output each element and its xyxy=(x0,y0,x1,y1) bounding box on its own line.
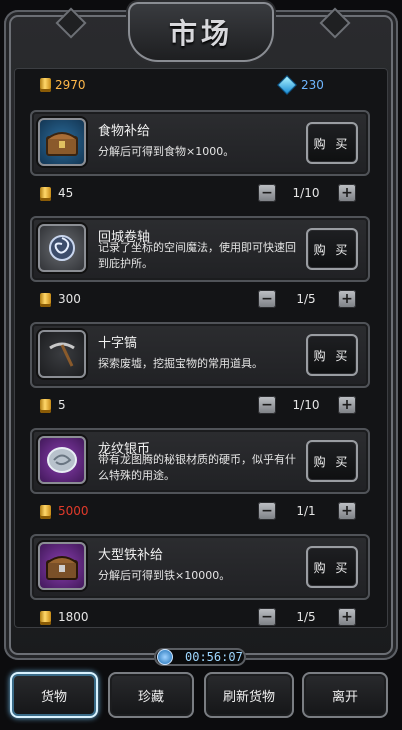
decrease-quantity-button[interactable]: − xyxy=(258,608,276,626)
shop-item: 十字镐 探索废墟，挖掘宝物的常用道具。 购 买 xyxy=(30,322,370,388)
buy-button[interactable]: 购 买 xyxy=(306,546,358,588)
decrease-quantity-button[interactable]: − xyxy=(258,502,276,520)
item-name: 大型铁补给 xyxy=(98,548,164,563)
silver-coin-icon xyxy=(38,436,86,484)
gold-coin-icon xyxy=(40,293,51,307)
item-price: 45 xyxy=(58,186,74,200)
scroll-vortex-icon xyxy=(38,224,86,272)
increase-quantity-button[interactable]: + xyxy=(338,608,356,626)
decrease-quantity-button[interactable]: − xyxy=(258,184,276,202)
item-price: 5 xyxy=(58,398,66,412)
item-description: 带有龙图腾的秘银材质的硬币，似乎有什么特殊的用途。 xyxy=(98,453,296,482)
increase-quantity-button[interactable]: + xyxy=(338,184,356,202)
item-description: 记录了坐标的空间魔法，使用即可快速回到庇护所。 xyxy=(98,241,296,270)
tab-goods[interactable]: 货物 xyxy=(10,672,98,718)
buy-button[interactable]: 购 买 xyxy=(306,440,358,482)
treasure-chest-icon xyxy=(38,118,86,166)
gold-coin-icon xyxy=(40,187,51,201)
item-price: 1800 xyxy=(58,610,89,624)
shop-item: 龙纹银币 带有龙图腾的秘银材质的硬币，似乎有什么特殊的用途。 购 买 xyxy=(30,428,370,494)
decrease-quantity-button[interactable]: − xyxy=(258,290,276,308)
item-name: 十字镐 xyxy=(98,336,138,351)
item-quantity: 1/5 xyxy=(296,610,316,624)
gold-coin-icon xyxy=(40,399,51,413)
gem-icon xyxy=(277,75,297,95)
item-price: 5000 xyxy=(58,504,89,518)
gem-balance: 230 xyxy=(277,75,324,95)
increase-quantity-button[interactable]: + xyxy=(338,290,356,308)
shop-item: 食物补给 分解后可得到食物×1000。 购 买 xyxy=(30,110,370,176)
item-quantity: 1/10 xyxy=(292,398,320,412)
tab-collection[interactable]: 珍藏 xyxy=(108,672,194,718)
item-quantity: 1/1 xyxy=(296,504,316,518)
price-row: 5000 − 1/1 + xyxy=(38,502,358,522)
iron-chest-icon xyxy=(38,542,86,590)
buy-button[interactable]: 购 买 xyxy=(306,122,358,164)
gold-coin-icon xyxy=(40,78,51,92)
shop-item: 大型铁补给 分解后可得到铁×10000。 购 买 xyxy=(30,534,370,600)
title-plate: 市场 xyxy=(128,2,274,62)
gold-amount: 2970 xyxy=(55,78,86,92)
gem-amount: 230 xyxy=(301,78,324,92)
item-name: 食物补给 xyxy=(98,124,151,139)
price-row: 300 − 1/5 + xyxy=(38,290,358,310)
pickaxe-icon xyxy=(38,330,86,378)
page-title: 市场 xyxy=(168,17,233,50)
gold-balance: 2970 xyxy=(40,78,86,92)
buy-button[interactable]: 购 买 xyxy=(306,228,358,270)
item-description: 探索废墟，挖掘宝物的常用道具。 xyxy=(98,357,263,370)
buy-button[interactable]: 购 买 xyxy=(306,334,358,376)
item-description: 分解后可得到食物×1000。 xyxy=(98,145,235,158)
leave-button[interactable]: 离开 xyxy=(302,672,388,718)
item-price: 300 xyxy=(58,292,81,306)
gold-coin-icon xyxy=(40,611,51,625)
item-quantity: 1/10 xyxy=(292,186,320,200)
increase-quantity-button[interactable]: + xyxy=(338,396,356,414)
refresh-goods-button[interactable]: 刷新货物 xyxy=(204,672,294,718)
item-description: 分解后可得到铁×10000。 xyxy=(98,569,231,582)
timer-text: 00:56:07 xyxy=(185,650,243,664)
clock-icon xyxy=(157,649,173,665)
increase-quantity-button[interactable]: + xyxy=(338,502,356,520)
gold-coin-icon xyxy=(40,505,51,519)
price-row: 45 − 1/10 + xyxy=(38,184,358,204)
item-quantity: 1/5 xyxy=(296,292,316,306)
decrease-quantity-button[interactable]: − xyxy=(258,396,276,414)
shop-item: 回城卷轴 记录了坐标的空间魔法，使用即可快速回到庇护所。 购 买 xyxy=(30,216,370,282)
price-row: 5 − 1/10 + xyxy=(38,396,358,416)
refresh-timer: 00:56:07 xyxy=(154,648,246,666)
price-row: 1800 − 1/5 + xyxy=(38,608,358,628)
